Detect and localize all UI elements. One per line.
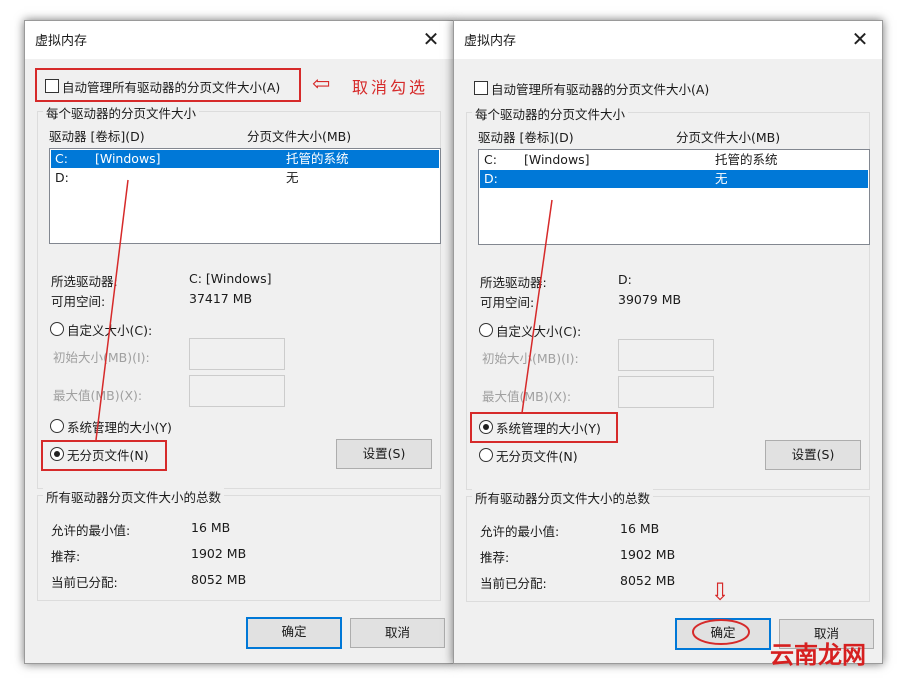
set-button[interactable]: 设置(S) [336, 439, 432, 469]
set-button[interactable]: 设置(S) [765, 440, 861, 470]
drive-list[interactable]: C: [Windows] 托管的系统 D: 无 [49, 148, 441, 244]
annotation-box-auto-manage [35, 68, 301, 102]
ok-button[interactable]: 确定 [246, 617, 342, 649]
drive-label: [Windows] [95, 151, 161, 166]
min-allowed-value: 16 MB [620, 521, 660, 536]
totals-group-label: 所有驱动器分页文件大小的总数 [472, 488, 654, 507]
current-allocated-label: 当前已分配: [51, 575, 118, 590]
custom-size-radio[interactable] [50, 322, 64, 336]
column-header-drive: 驱动器 [卷标](D) [478, 130, 574, 145]
per-drive-group-label: 每个驱动器的分页文件大小 [472, 104, 629, 123]
auto-manage-label[interactable]: 自动管理所有驱动器的分页文件大小(A) [491, 79, 709, 98]
drive-list[interactable]: C: [Windows] 托管的系统 D: 无 [478, 149, 870, 245]
drive-row-d[interactable]: D: 无 [51, 169, 439, 187]
drive-paging-size: 无 [286, 170, 299, 185]
min-allowed-label: 允许的最小值: [51, 523, 131, 538]
selected-drive-value: D: [618, 272, 632, 287]
selected-drive-label: 所选驱动器: [480, 275, 547, 290]
initial-size-input[interactable] [618, 339, 714, 371]
drive-letter: C: [484, 152, 497, 167]
current-allocated-value: 8052 MB [620, 573, 676, 588]
recommended-label: 推荐: [480, 550, 510, 565]
no-paging-radio[interactable] [479, 448, 493, 462]
max-size-label: 最大值(MB)(X): [53, 388, 143, 403]
drive-row-c[interactable]: C: [Windows] 托管的系统 [51, 150, 439, 168]
min-allowed-label: 允许的最小值: [480, 524, 560, 539]
drive-row-d[interactable]: D: 无 [480, 170, 868, 188]
selected-drive-value: C: [Windows] [189, 271, 272, 286]
initial-size-input[interactable] [189, 338, 285, 370]
max-size-input[interactable] [189, 375, 285, 407]
column-header-size: 分页文件大小(MB) [247, 129, 352, 144]
system-managed-radio[interactable] [50, 419, 64, 433]
drive-letter: D: [55, 170, 69, 185]
ok-button[interactable]: 确定 [675, 618, 771, 650]
close-icon[interactable]: ✕ [844, 24, 876, 54]
virtual-memory-dialog-right: 虚拟内存 ✕ 自动管理所有驱动器的分页文件大小(A) 每个驱动器的分页文件大小 … [453, 20, 883, 664]
max-size-input[interactable] [618, 376, 714, 408]
auto-manage-checkbox[interactable] [474, 81, 488, 95]
current-allocated-label: 当前已分配: [480, 576, 547, 591]
column-header-size: 分页文件大小(MB) [676, 130, 781, 145]
max-size-label: 最大值(MB)(X): [482, 389, 572, 404]
free-space-value: 37417 MB [189, 291, 253, 306]
free-space-value: 39079 MB [618, 292, 682, 307]
annotation-box-no-paging [41, 440, 167, 471]
free-space-label: 可用空间: [51, 294, 106, 309]
arrow-down-icon: ⇩ [710, 578, 731, 606]
arrow-left-icon: ⇦ [312, 72, 331, 97]
totals-group-label: 所有驱动器分页文件大小的总数 [43, 487, 225, 506]
system-managed-label[interactable]: 系统管理的大小(Y) [67, 417, 172, 436]
min-allowed-value: 16 MB [191, 520, 231, 535]
current-allocated-value: 8052 MB [191, 572, 247, 587]
initial-size-label: 初始大小(MB)(I): [482, 351, 579, 366]
free-space-label: 可用空间: [480, 295, 535, 310]
drive-paging-size: 托管的系统 [715, 152, 778, 167]
drive-paging-size: 无 [715, 171, 728, 186]
custom-size-radio[interactable] [479, 323, 493, 337]
recommended-label: 推荐: [51, 549, 81, 564]
selected-drive-label: 所选驱动器: [51, 274, 118, 289]
no-paging-label[interactable]: 无分页文件(N) [496, 446, 578, 465]
drive-letter: C: [55, 151, 68, 166]
custom-size-label[interactable]: 自定义大小(C): [496, 321, 581, 340]
title-bar: 虚拟内存 ✕ [454, 21, 882, 59]
watermark-logo: 云南龙网 [770, 641, 866, 669]
drive-row-c[interactable]: C: [Windows] 托管的系统 [480, 151, 868, 169]
recommended-value: 1902 MB [191, 546, 247, 561]
cancel-button[interactable]: 取消 [350, 618, 445, 648]
dialog-title: 虚拟内存 [464, 34, 517, 49]
annotation-uncheck-note: 取消勾选 [352, 78, 429, 97]
title-bar: 虚拟内存 ✕ [25, 21, 453, 59]
recommended-value: 1902 MB [620, 547, 676, 562]
drive-label: [Windows] [524, 152, 590, 167]
column-header-drive: 驱动器 [卷标](D) [49, 129, 145, 144]
custom-size-label[interactable]: 自定义大小(C): [67, 320, 152, 339]
initial-size-label: 初始大小(MB)(I): [53, 350, 150, 365]
drive-paging-size: 托管的系统 [286, 151, 349, 166]
virtual-memory-dialog-left: 虚拟内存 ✕ 自动管理所有驱动器的分页文件大小(A) 每个驱动器的分页文件大小 … [24, 20, 454, 664]
annotation-box-system-managed [470, 412, 618, 443]
per-drive-group-label: 每个驱动器的分页文件大小 [43, 103, 200, 122]
close-icon[interactable]: ✕ [415, 24, 447, 54]
drive-letter: D: [484, 171, 498, 186]
dialog-title: 虚拟内存 [35, 34, 88, 49]
